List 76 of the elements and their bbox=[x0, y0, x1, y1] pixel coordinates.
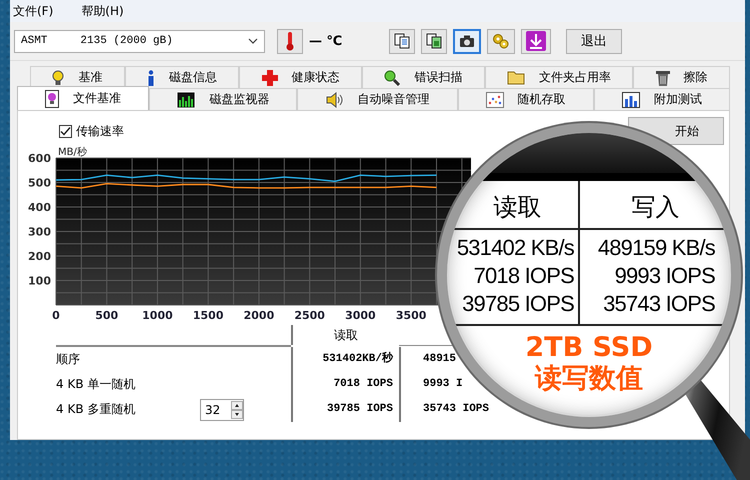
scatter-chart-icon bbox=[486, 92, 504, 108]
tab[interactable]: 文件基准 bbox=[17, 86, 150, 110]
x-tick-label: 1500 bbox=[192, 309, 224, 322]
row-label: 顺序 bbox=[56, 351, 80, 368]
gears-icon bbox=[492, 33, 510, 49]
tab[interactable]: 基准 bbox=[30, 66, 125, 88]
speaker-icon bbox=[326, 92, 344, 108]
result-value: 489159 KB/s bbox=[578, 230, 731, 262]
tab[interactable]: 随机存取 bbox=[458, 88, 594, 110]
copy-icon bbox=[426, 33, 442, 49]
y-tick-label: 100 bbox=[28, 274, 51, 288]
y-tick-label: 600 bbox=[28, 152, 51, 165]
caption-text: 读写数值 bbox=[535, 363, 643, 394]
y-tick-label: 500 bbox=[28, 176, 51, 190]
result-value: 39785 IOPS bbox=[447, 290, 578, 326]
column-header: 写入 bbox=[578, 181, 731, 230]
column-header: 读取 bbox=[291, 325, 399, 345]
thermometer-icon bbox=[285, 31, 295, 51]
result-value: 39785 IOPS bbox=[291, 397, 399, 422]
caption-text: 2TB SSD bbox=[525, 332, 653, 363]
tab[interactable]: 磁盘监视器 bbox=[149, 88, 298, 110]
row-label: 4 KB 多重随机 bbox=[56, 401, 136, 418]
result-value: 35743 IOPS bbox=[578, 290, 731, 326]
caret-icon bbox=[248, 38, 258, 44]
checkmark-icon bbox=[60, 126, 71, 136]
tab[interactable]: 文件夹占用率 bbox=[484, 66, 634, 88]
transfer-rate-checkbox[interactable]: 传输速率 bbox=[59, 122, 124, 140]
trash-icon bbox=[656, 70, 670, 86]
checkbox[interactable] bbox=[59, 124, 72, 138]
toolbar-button[interactable] bbox=[389, 28, 415, 54]
tab[interactable]: 附加测试 bbox=[594, 88, 730, 110]
folder-icon bbox=[507, 70, 526, 85]
tab[interactable]: 错误扫描 bbox=[362, 66, 485, 88]
y-axis-label: MB/秒 bbox=[58, 147, 87, 158]
x-tick-label: 3500 bbox=[396, 309, 426, 322]
tab[interactable]: 擦除 bbox=[633, 66, 730, 88]
document-icon bbox=[45, 90, 60, 108]
y-tick-label: 400 bbox=[28, 201, 51, 214]
bar-chart-icon bbox=[622, 92, 640, 108]
x-tick-label: 2000 bbox=[244, 309, 274, 322]
bar-chart-icon bbox=[177, 92, 196, 108]
tab[interactable]: 自动噪音管理 bbox=[297, 88, 458, 110]
menu-item[interactable]: 帮助(H) bbox=[81, 2, 124, 20]
x-tick-label: 3000 bbox=[345, 309, 376, 322]
row-label: 4 KB 单一随机 bbox=[56, 376, 136, 393]
copy-icon bbox=[394, 33, 410, 49]
x-tick-label: 500 bbox=[95, 309, 118, 322]
y-tick-label: 300 bbox=[28, 226, 51, 238]
queue-depth-spinner[interactable]: 32 bbox=[200, 398, 244, 420]
x-tick-label: 0 bbox=[52, 309, 60, 322]
search-icon bbox=[384, 70, 400, 86]
result-value: 9993 IOPS bbox=[578, 262, 731, 290]
exit-button[interactable]: 退出 bbox=[566, 28, 622, 54]
download-icon bbox=[526, 31, 546, 51]
toolbar-button[interactable] bbox=[521, 28, 551, 54]
temperature-button[interactable] bbox=[277, 28, 303, 54]
x-tick-label: 1000 bbox=[142, 309, 173, 322]
temperature-reading: — ℃ bbox=[309, 34, 344, 48]
toolbar-button[interactable] bbox=[453, 28, 481, 54]
result-value: 7018 IOPS bbox=[472, 262, 575, 290]
toolbar-button[interactable] bbox=[421, 28, 447, 54]
tab[interactable]: 健康状态 bbox=[239, 66, 362, 88]
column-header: 读取 bbox=[447, 181, 578, 230]
info-icon bbox=[147, 70, 155, 86]
result-value: 531402 KB/s bbox=[456, 234, 575, 262]
spinner-arrows-icon bbox=[231, 400, 243, 418]
cross-icon bbox=[262, 70, 278, 86]
drive-dropdown[interactable]: ASMT 2135 (2000 gB) bbox=[14, 30, 265, 52]
tab[interactable]: 磁盘信息 bbox=[124, 66, 240, 88]
camera-icon bbox=[459, 34, 475, 48]
y-tick-label: 200 bbox=[28, 250, 51, 263]
menu-item[interactable]: 文件(F) bbox=[13, 2, 54, 20]
lightbulb-icon bbox=[52, 70, 64, 86]
result-value: 7018 IOPS bbox=[291, 372, 399, 397]
result-value: 531402KB/秒 bbox=[291, 347, 399, 372]
x-tick-label: 2500 bbox=[294, 309, 325, 322]
